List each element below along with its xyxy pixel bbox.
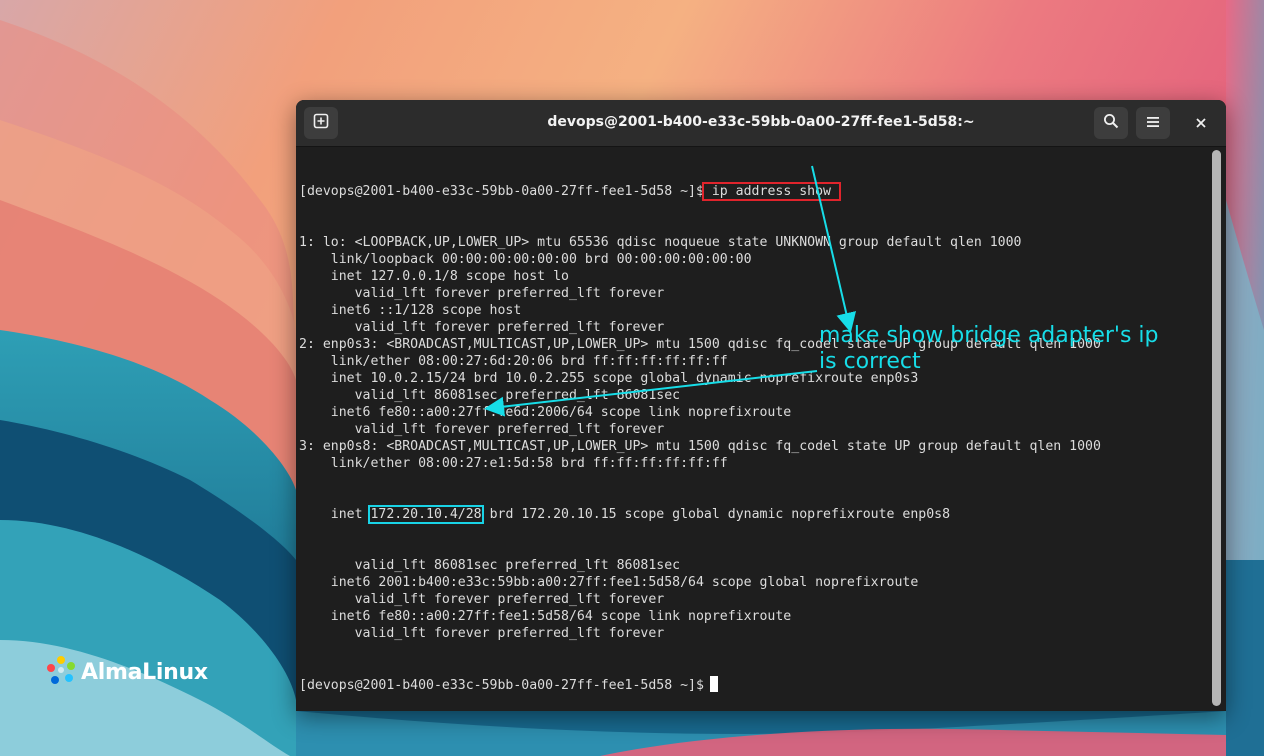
menu-button[interactable] (1136, 107, 1170, 139)
terminal-prompt: [devops@2001-b400-e33c-59bb-0a00-27ff-fe… (299, 184, 704, 199)
close-icon (1195, 114, 1207, 133)
almalinux-logo-text: AlmaLinux (81, 659, 208, 685)
annotation-text: make show bridge adapter's ip is correct (819, 323, 1159, 374)
terminal-line: 1: lo: <LOOPBACK,UP,LOWER_UP> mtu 65536 … (299, 235, 1022, 250)
almalinux-logo-icon (45, 654, 77, 690)
terminal-line: inet 127.0.0.1/8 scope host lo (299, 269, 569, 284)
terminal-line: valid_lft forever preferred_lft forever (299, 592, 665, 607)
terminal-line: valid_lft forever preferred_lft forever (299, 286, 665, 301)
terminal-line: valid_lft forever preferred_lft forever (299, 422, 665, 437)
search-button[interactable] (1094, 107, 1128, 139)
highlighted-ip-address: 172.20.10.4/28 (368, 505, 484, 524)
hamburger-menu-icon (1146, 114, 1160, 133)
terminal-cursor (709, 676, 718, 692)
terminal-line: valid_lft 86081sec preferred_lft 86081se… (299, 558, 681, 573)
terminal-line: inet6 fe80::a00:27ff:fe6d:2006/64 scope … (299, 405, 792, 420)
terminal-prompt-line: [devops@2001-b400-e33c-59bb-0a00-27ff-fe… (299, 182, 1204, 201)
terminal-line: 3: enp0s8: <BROADCAST,MULTICAST,UP,LOWER… (299, 439, 1101, 454)
terminal-line: inet6 ::1/128 scope host (299, 303, 522, 318)
window-title: devops@2001-b400-e33c-59bb-0a00-27ff-fee… (547, 114, 975, 130)
terminal-final-prompt-line: [devops@2001-b400-e33c-59bb-0a00-27ff-fe… (299, 676, 1204, 693)
window-titlebar[interactable]: devops@2001-b400-e33c-59bb-0a00-27ff-fee… (296, 100, 1226, 147)
terminal-line: inet6 2001:b400:e33c:59bb:a00:27ff:fee1:… (299, 575, 919, 590)
terminal-line: valid_lft forever preferred_lft forever (299, 626, 665, 641)
terminal-line: valid_lft 86081sec preferred_lft 86081se… (299, 388, 681, 403)
terminal-output[interactable]: [devops@2001-b400-e33c-59bb-0a00-27ff-fe… (299, 149, 1204, 709)
terminal-lines-after: valid_lft 86081sec preferred_lft 86081se… (299, 557, 1204, 642)
terminal-line: inet6 fe80::a00:27ff:fee1:5d58/64 scope … (299, 609, 792, 624)
highlighted-command: ip address show (701, 182, 841, 201)
inet-prefix: inet (299, 507, 371, 522)
terminal-window: devops@2001-b400-e33c-59bb-0a00-27ff-fee… (296, 100, 1226, 711)
terminal-final-prompt: [devops@2001-b400-e33c-59bb-0a00-27ff-fe… (299, 678, 704, 693)
terminal-line: link/loopback 00:00:00:00:00:00 brd 00:0… (299, 252, 752, 267)
search-icon (1103, 113, 1119, 133)
terminal-line: link/ether 08:00:27:e1:5d:58 brd ff:ff:f… (299, 456, 728, 471)
almalinux-logo: AlmaLinux (45, 654, 208, 690)
inet-suffix: brd 172.20.10.15 scope global dynamic no… (481, 507, 951, 522)
terminal-scrollbar[interactable] (1212, 150, 1221, 706)
close-button[interactable] (1184, 107, 1218, 139)
terminal-inet-line: inet 172.20.10.4/28 brd 172.20.10.15 sco… (299, 505, 1204, 524)
